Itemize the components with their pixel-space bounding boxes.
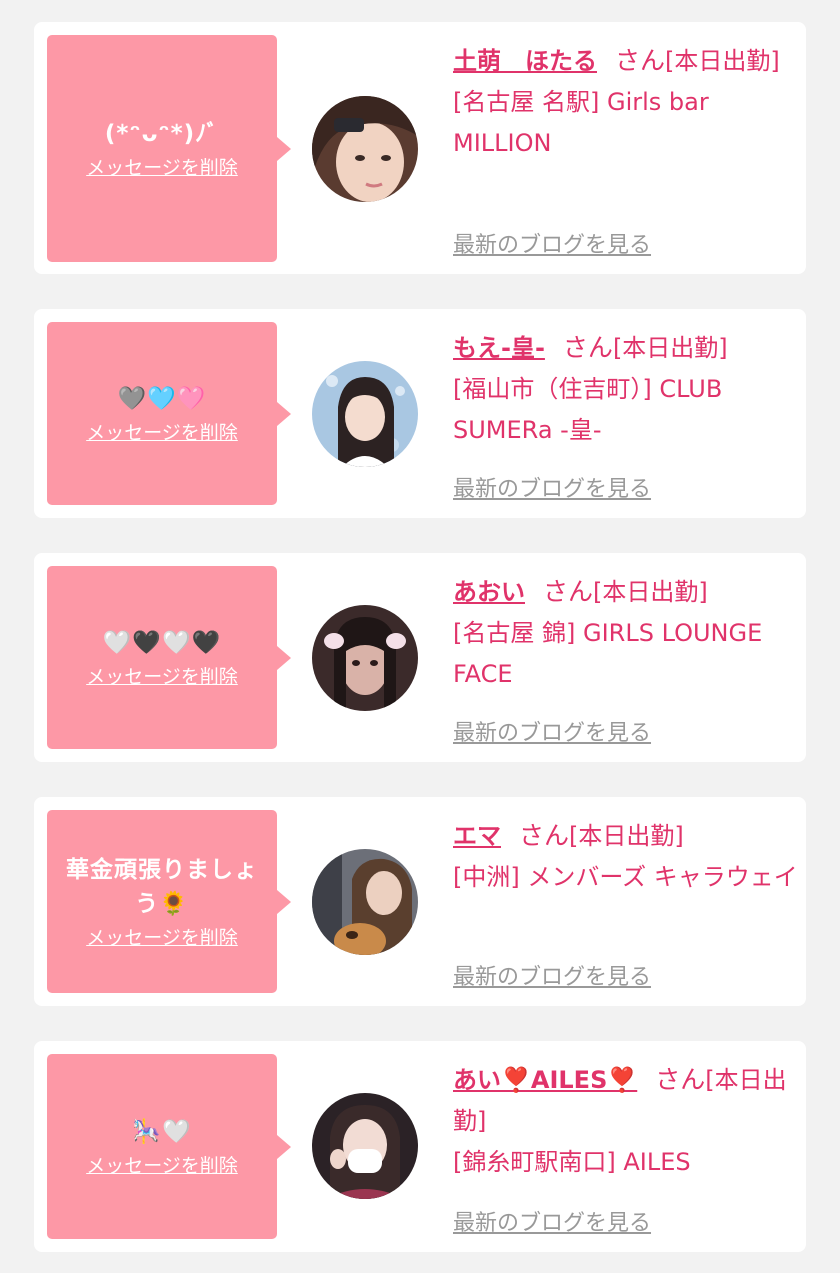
honorific: さん [655, 1065, 706, 1094]
message-list: (*ᵔᴗᵔ*)ﾉﾞ メッセージを削除 土萌 ほたる さん[本日出勤] [名古屋 名… [0, 0, 840, 1273]
latest-blog-link[interactable]: 最新のブログを見る [453, 959, 651, 991]
message-text: 🤍🖤🤍🖤 [102, 630, 222, 656]
message-card: 🎠🤍 メッセージを削除 あい❣️AILES❣️ さん[本日出勤] [錦糸町駅南口]… [34, 1041, 806, 1252]
shop-name: [錦糸町駅南口] AILES [453, 1148, 691, 1176]
message-bubble: 華金頑張りましょう🌻 メッセージを削除 [47, 810, 291, 993]
girl-info: もえ-皇- さん[本日出勤] [福山市（住吉町）] CLUB SUMERa -皇- [453, 327, 798, 451]
message-card: 🩶🩵🩷 メッセージを削除 もえ-皇- さん[本日出勤] [福山市（住吉町）] CL… [34, 309, 806, 518]
girl-name-link[interactable]: エマ [453, 822, 501, 850]
message-text: (*ᵔᴗᵔ*)ﾉﾞ [104, 121, 220, 147]
girl-info: あい❣️AILES❣️ さん[本日出勤] [錦糸町駅南口] AILES [453, 1059, 798, 1183]
latest-blog-link[interactable]: 最新のブログを見る [453, 715, 651, 747]
delete-message-link[interactable]: メッセージを削除 [86, 662, 238, 689]
girl-info: エマ さん[本日出勤] [中洲] メンバーズ キャラウェイ [453, 815, 798, 898]
girl-name-link[interactable]: もえ-皇- [453, 334, 545, 362]
shop-name: [中洲] メンバーズ キャラウェイ [453, 863, 798, 891]
delete-message-link[interactable]: メッセージを削除 [86, 923, 238, 950]
attendance-status: [本日出勤] [612, 334, 728, 362]
honorific: さん [615, 46, 666, 75]
latest-blog-link[interactable]: 最新のブログを見る [453, 1205, 651, 1237]
attendance-status: [本日出勤] [665, 47, 780, 75]
avatar[interactable] [312, 605, 418, 711]
honorific: さん [519, 821, 570, 850]
girl-name-link[interactable]: あおい [453, 578, 525, 606]
latest-blog-link[interactable]: 最新のブログを見る [453, 227, 651, 259]
avatar[interactable] [312, 361, 418, 467]
latest-blog-link[interactable]: 最新のブログを見る [453, 471, 651, 503]
girl-info: あおい さん[本日出勤] [名古屋 錦] GIRLS LOUNGE FACE [453, 571, 798, 695]
avatar[interactable] [312, 1093, 418, 1199]
message-bubble: 🩶🩵🩷 メッセージを削除 [47, 322, 291, 505]
message-text: 🎠🤍 [132, 1119, 192, 1145]
girl-info: 土萌 ほたる さん[本日出勤] [名古屋 名駅] Girls bar MILLIO… [453, 40, 798, 164]
honorific: さん [543, 577, 594, 606]
avatar[interactable] [312, 849, 418, 955]
delete-message-link[interactable]: メッセージを削除 [86, 153, 238, 180]
girl-name-link[interactable]: あい❣️AILES❣️ [453, 1066, 637, 1094]
avatar[interactable] [312, 96, 418, 202]
shop-name: [名古屋 錦] GIRLS LOUNGE FACE [453, 619, 763, 688]
delete-message-link[interactable]: メッセージを削除 [86, 418, 238, 445]
shop-name: [名古屋 名駅] Girls bar MILLION [453, 88, 709, 157]
attendance-status: [本日出勤] [569, 822, 684, 850]
girl-name-link[interactable]: 土萌 ほたる [453, 47, 597, 75]
message-text: 華金頑張りましょう🌻 [66, 857, 258, 917]
message-bubble: 🤍🖤🤍🖤 メッセージを削除 [47, 566, 291, 749]
shop-name: [福山市（住吉町）] CLUB SUMERa -皇- [453, 375, 723, 444]
attendance-status: [本日出勤] [593, 578, 708, 606]
honorific: さん [562, 333, 613, 362]
message-card: 華金頑張りましょう🌻 メッセージを削除 エマ さん[本日出勤] [中洲] メンバー… [34, 797, 806, 1006]
message-bubble: 🎠🤍 メッセージを削除 [47, 1054, 291, 1239]
delete-message-link[interactable]: メッセージを削除 [86, 1151, 238, 1178]
message-bubble: (*ᵔᴗᵔ*)ﾉﾞ メッセージを削除 [47, 35, 291, 262]
message-card: (*ᵔᴗᵔ*)ﾉﾞ メッセージを削除 土萌 ほたる さん[本日出勤] [名古屋 名… [34, 22, 806, 274]
message-card: 🤍🖤🤍🖤 メッセージを削除 あおい さん[本日出勤] [名古屋 錦] GIRLS … [34, 553, 806, 762]
message-text: 🩶🩵🩷 [117, 386, 207, 412]
